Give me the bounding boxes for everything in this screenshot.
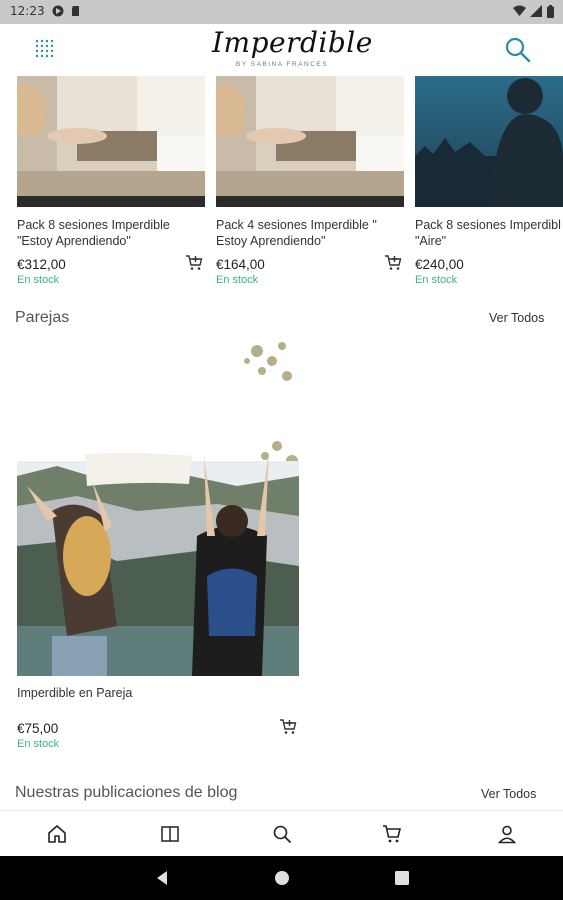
status-bar: 12:23 (0, 0, 563, 24)
section-title-blog: Nuestras publicaciones de blog (15, 784, 238, 801)
stock-status: En stock (17, 274, 60, 286)
product-image[interactable] (17, 76, 205, 207)
add-to-cart-icon[interactable] (185, 254, 203, 272)
product-image[interactable] (216, 76, 404, 207)
book-icon[interactable] (160, 824, 180, 844)
app-logo[interactable]: Imperdible BY SABINA FRANCES (212, 26, 373, 74)
couple-product-card[interactable]: Imperdible en Pareja €75,00 En stock (17, 336, 299, 750)
product-card[interactable]: Pack 4 sesiones Imperdible " Estoy Apren… (216, 76, 404, 286)
logo-text: Imperdible (212, 26, 373, 59)
profile-icon[interactable] (497, 824, 517, 844)
main-content[interactable]: Pack 8 sesiones Imperdible "Estoy Aprend… (0, 76, 563, 810)
product-name: Pack 8 sesiones Imperdibl "Aire" (415, 218, 561, 248)
see-all-couples-link[interactable]: Ver Todos (489, 311, 544, 325)
stock-status: En stock (415, 274, 458, 286)
home-system-icon[interactable] (273, 869, 291, 887)
sd-card-icon (72, 6, 79, 16)
recents-icon[interactable] (393, 869, 411, 887)
cart-icon[interactable] (382, 824, 402, 844)
product-card[interactable]: Pack 8 sesiones Imperdibl "Aire" €240,00… (415, 76, 563, 286)
product-name: Pack 8 sesiones Imperdible "Estoy Aprend… (17, 218, 170, 248)
couple-product-stock: En stock (17, 738, 60, 750)
product-price: €164,00 (216, 257, 265, 272)
product-image[interactable] (415, 76, 563, 207)
couple-product-name: Imperdible en Pareja (17, 686, 133, 700)
bottom-navigation (0, 810, 563, 856)
product-name: Pack 4 sesiones Imperdible " Estoy Apren… (216, 218, 377, 248)
product-price: €240,00 (415, 257, 464, 272)
app-bar: Imperdible BY SABINA FRANCES (0, 24, 563, 76)
couple-product-price: €75,00 (17, 721, 59, 736)
wifi-icon (513, 5, 526, 16)
status-time: 12:23 (10, 4, 45, 18)
back-icon[interactable] (153, 869, 171, 887)
see-all-blog-link[interactable]: Ver Todos (481, 787, 536, 801)
home-icon[interactable] (47, 824, 67, 844)
search-icon[interactable] (272, 824, 292, 844)
system-navigation-bar (0, 856, 563, 900)
stock-status: En stock (216, 274, 259, 286)
couple-product-image[interactable] (17, 336, 299, 676)
logo-subtitle: BY SABINA FRANCES (235, 61, 329, 68)
add-to-cart-icon[interactable] (384, 254, 402, 272)
search-icon[interactable] (504, 36, 532, 64)
signal-icon (530, 5, 542, 17)
add-to-cart-icon[interactable] (279, 718, 297, 736)
product-card[interactable]: Pack 8 sesiones Imperdible "Estoy Aprend… (17, 76, 205, 286)
grid-menu-icon[interactable] (34, 38, 56, 60)
battery-icon (547, 5, 554, 18)
media-icon (52, 5, 64, 17)
product-price: €312,00 (17, 257, 66, 272)
section-title-couples: Parejas (15, 309, 70, 326)
